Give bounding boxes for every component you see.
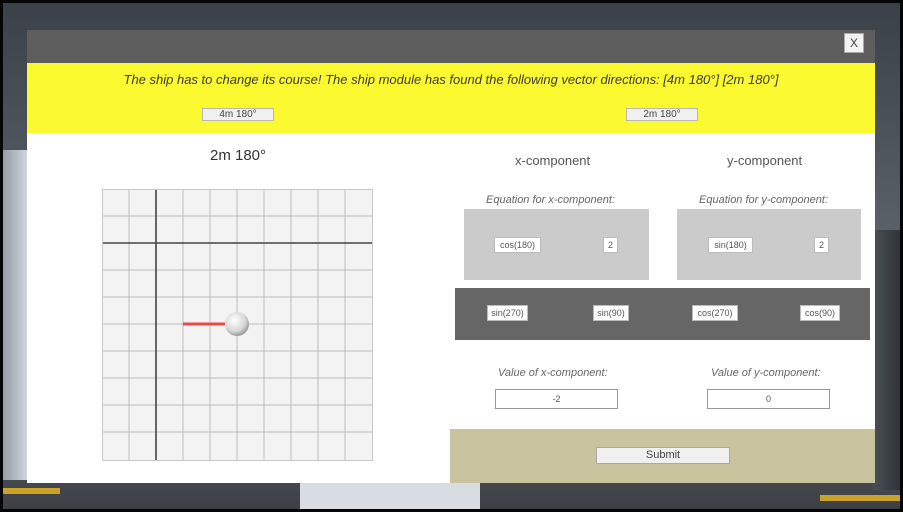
vector-grid: [102, 189, 373, 461]
bank-chip-sin90[interactable]: sin(90): [593, 305, 629, 321]
x-component-header: x-component: [515, 153, 591, 168]
submit-button[interactable]: Submit: [596, 447, 730, 464]
y-equation-label: Equation for y-component:: [699, 194, 829, 206]
y-equation-dropzone[interactable]: sin(180) 2: [677, 209, 861, 280]
x-magnitude-chip[interactable]: 2: [603, 237, 618, 253]
vector-button-2m[interactable]: 2m 180°: [626, 108, 698, 121]
x-func-chip[interactable]: cos(180): [494, 237, 541, 253]
grid-svg: [102, 189, 373, 461]
x-value-label: Value of x-component:: [498, 367, 608, 379]
y-value-label: Value of y-component:: [711, 367, 821, 379]
vector-button-4m[interactable]: 4m 180°: [202, 108, 274, 121]
instruction-text: The ship has to change its course! The s…: [123, 72, 779, 87]
dialog-titlebar: X: [27, 30, 875, 63]
bank-chip-cos90[interactable]: cos(90): [800, 305, 840, 321]
ship-ball: [225, 312, 249, 336]
x-equation-label: Equation for x-component:: [486, 194, 616, 206]
grid-title: 2m 180°: [209, 147, 267, 164]
chip-bank: sin(270) sin(90) cos(270) cos(90): [455, 288, 870, 340]
instruction-banner: The ship has to change its course! The s…: [27, 63, 875, 133]
close-button[interactable]: X: [844, 33, 864, 53]
y-value-input[interactable]: 0: [707, 389, 830, 409]
y-magnitude-chip[interactable]: 2: [814, 237, 829, 253]
x-value-input[interactable]: -2: [495, 389, 618, 409]
y-func-chip[interactable]: sin(180): [708, 237, 753, 253]
bank-chip-cos270[interactable]: cos(270): [692, 305, 738, 321]
bank-chip-sin270[interactable]: sin(270): [487, 305, 528, 321]
x-equation-dropzone[interactable]: cos(180) 2: [464, 209, 649, 280]
y-component-header: y-component: [727, 153, 803, 168]
dialog-footer: Submit: [450, 429, 875, 483]
vector-dialog: X The ship has to change its course! The…: [27, 30, 875, 483]
